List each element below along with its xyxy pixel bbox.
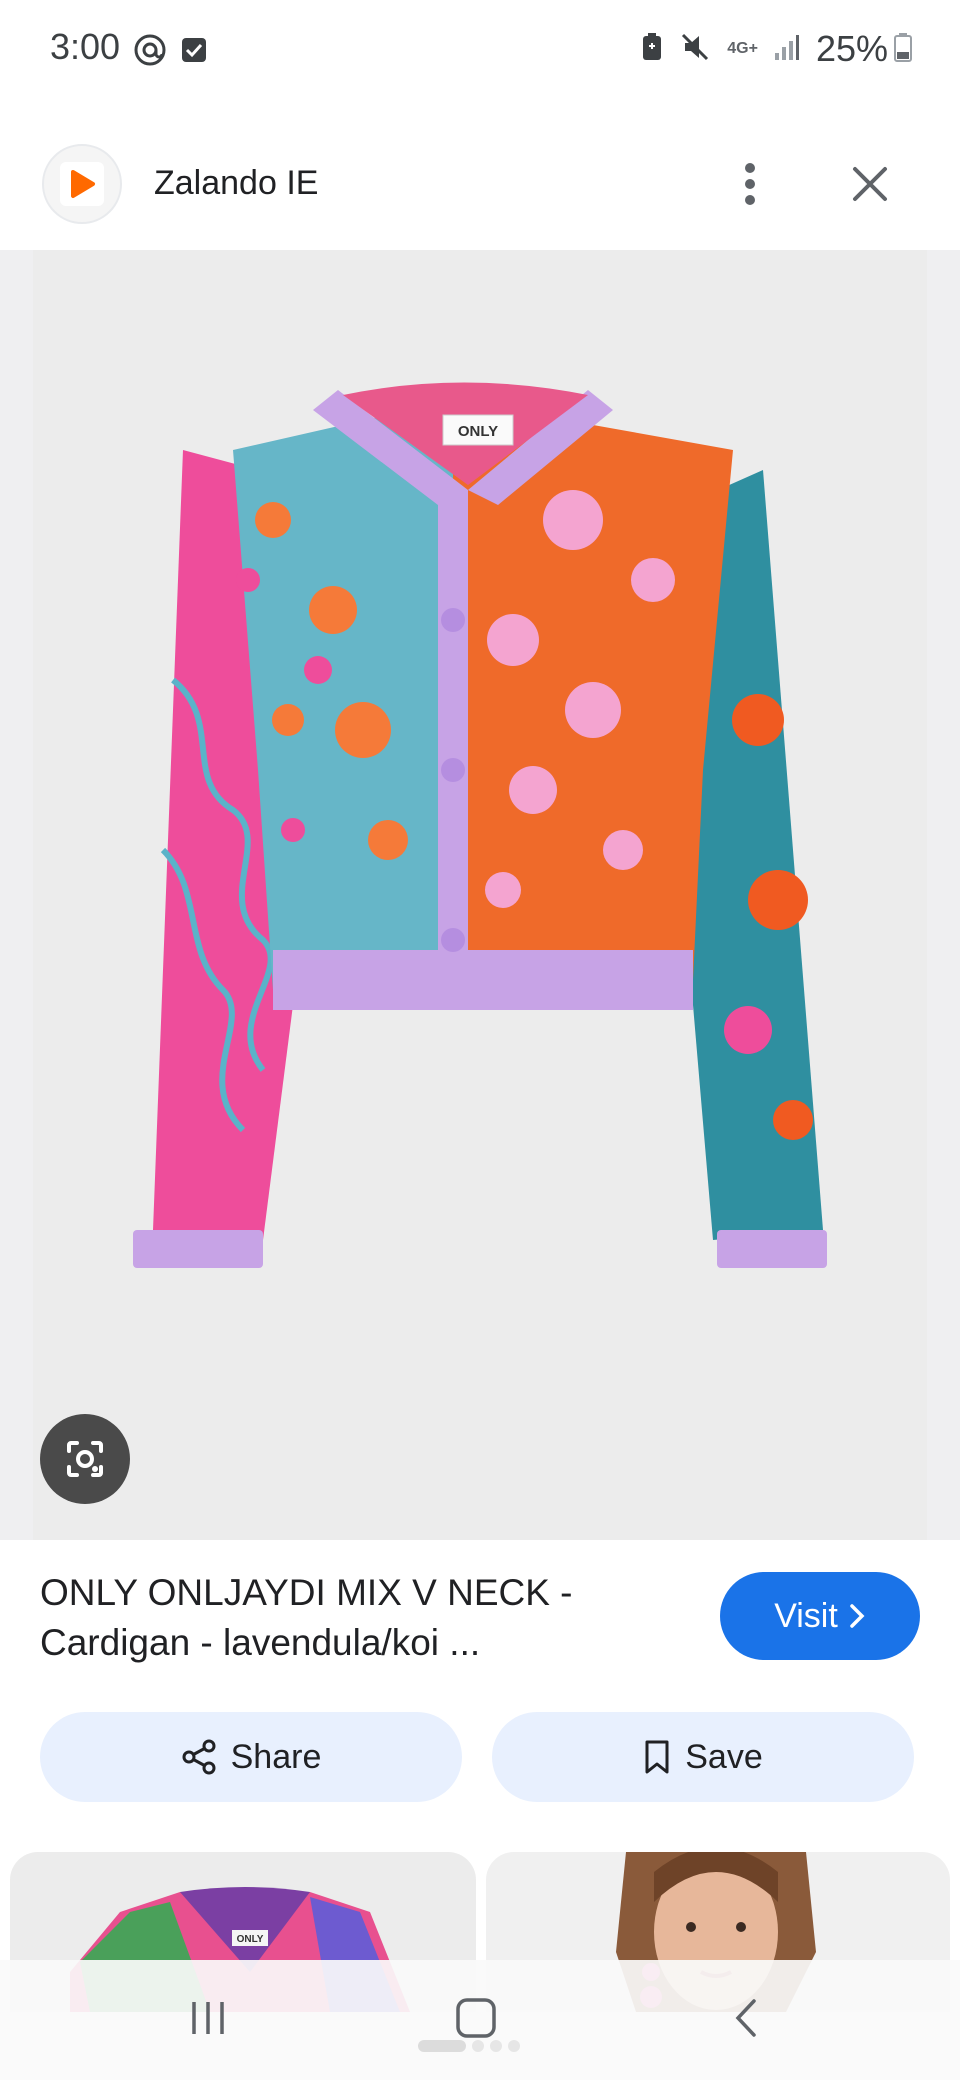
close-button[interactable] — [840, 154, 900, 214]
product-label-text: ONLY — [458, 423, 498, 440]
chevron-right-icon — [850, 1604, 865, 1628]
related-label-text: ONLY — [237, 1934, 264, 1945]
back-icon — [735, 1999, 756, 2037]
zalando-logo-icon — [42, 144, 122, 224]
network-type: 4G+ — [727, 40, 758, 57]
battery-saver-icon — [641, 32, 663, 67]
mute-icon — [679, 31, 711, 68]
checkbox-icon — [180, 36, 208, 69]
cardigan-image: ONLY — [133, 382, 827, 1268]
product-image-area[interactable]: ONLY — [0, 250, 960, 1540]
status-left-icons — [132, 32, 208, 73]
lens-icon — [67, 1441, 103, 1477]
share-label: Share — [230, 1737, 322, 1776]
bookmark-icon — [645, 1740, 669, 1774]
save-button[interactable]: Save — [492, 1712, 914, 1802]
system-nav-bar — [0, 1960, 960, 2080]
recent-apps-icon — [192, 2002, 224, 2034]
product-image[interactable]: ONLY — [33, 250, 927, 1540]
app-title: Zalando IE — [154, 164, 319, 202]
product-title[interactable]: ONLY ONLJAYDI MIX V NECK - Cardigan - la… — [40, 1568, 680, 1668]
more-options-button[interactable] — [726, 154, 774, 214]
share-icon — [182, 1739, 216, 1775]
signal-icon — [774, 33, 800, 66]
recent-apps-button[interactable] — [168, 1978, 248, 2058]
close-icon — [853, 167, 887, 201]
visit-button[interactable]: Visit — [720, 1572, 920, 1660]
home-icon — [456, 1998, 496, 2038]
lens-button[interactable] — [40, 1414, 130, 1504]
status-bar: 3:00 4G+ 25% — [0, 0, 960, 100]
app-header: Zalando IE — [0, 140, 960, 250]
status-time: 3:00 — [50, 26, 121, 67]
battery-icon — [894, 32, 912, 67]
visit-label: Visit — [774, 1596, 838, 1635]
battery-percent: 25% — [815, 28, 888, 69]
status-right: 4G+ 25% — [641, 28, 912, 70]
share-button[interactable]: Share — [40, 1712, 462, 1802]
back-button[interactable] — [706, 1978, 786, 2058]
more-vert-icon — [745, 163, 755, 205]
save-label: Save — [685, 1737, 763, 1776]
at-sign-icon — [132, 32, 168, 73]
page-indicator — [418, 2040, 520, 2052]
